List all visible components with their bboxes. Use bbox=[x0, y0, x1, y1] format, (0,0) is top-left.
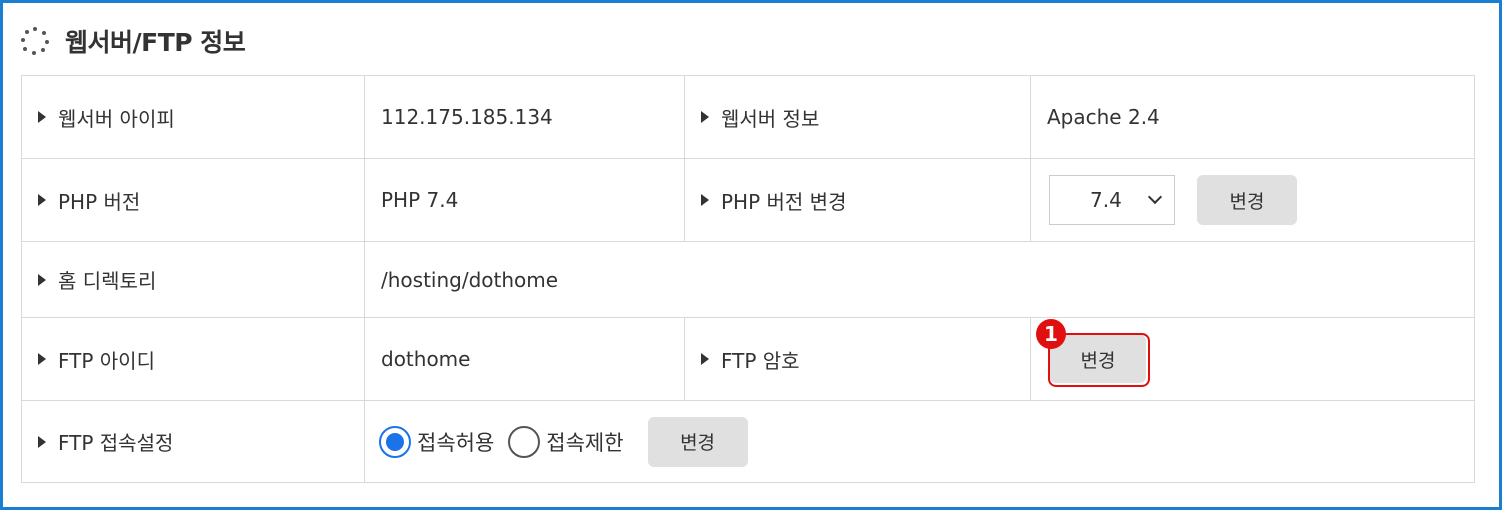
php-version-value: PHP 7.4 bbox=[364, 158, 685, 242]
ftp-pw-label: FTP 암호 bbox=[701, 345, 1030, 374]
home-dir-label: 홈 디렉토리 bbox=[38, 265, 364, 294]
triangle-right-icon bbox=[701, 111, 709, 123]
table-row: 홈 디렉토리 /hosting/dothome bbox=[21, 241, 1475, 318]
php-change-button[interactable]: 변경 bbox=[1197, 175, 1297, 225]
ftp-allow-label[interactable]: 접속허용 bbox=[417, 427, 494, 457]
ftp-id-value: dothome bbox=[364, 317, 685, 401]
table-row: FTP 접속설정 접속허용 접속제한 변경 bbox=[21, 400, 1475, 483]
web-info-label: 웹서버 정보 bbox=[701, 103, 1030, 132]
triangle-right-icon bbox=[38, 194, 46, 206]
ftp-allow-radio[interactable] bbox=[379, 425, 411, 458]
web-ip-value: 112.175.185.134 bbox=[364, 75, 685, 159]
table-row: PHP 버전 PHP 7.4 PHP 버전 변경 7.4 변경 bbox=[21, 158, 1475, 242]
ftp-id-label: FTP 아이디 bbox=[38, 345, 364, 374]
loading-icon bbox=[21, 27, 49, 55]
table-row: 웹서버 아이피 112.175.185.134 웹서버 정보 Apache 2.… bbox=[21, 75, 1475, 159]
triangle-right-icon bbox=[38, 353, 46, 365]
panel-header: 웹서버/FTP 정보 bbox=[21, 17, 246, 65]
info-table: 웹서버 아이피 112.175.185.134 웹서버 정보 Apache 2.… bbox=[21, 75, 1475, 483]
triangle-right-icon bbox=[38, 273, 46, 286]
php-version-label: PHP 버전 bbox=[38, 186, 364, 215]
ftp-deny-radio[interactable] bbox=[508, 425, 541, 458]
triangle-right-icon bbox=[701, 353, 709, 365]
step-marker: 1 bbox=[1036, 319, 1066, 349]
web-info-value: Apache 2.4 bbox=[1030, 75, 1475, 159]
page-title: 웹서버/FTP 정보 bbox=[65, 28, 246, 57]
triangle-right-icon bbox=[38, 111, 46, 123]
ftp-access-change-button[interactable]: 변경 bbox=[647, 416, 748, 467]
triangle-right-icon bbox=[701, 194, 709, 206]
home-dir-value: /hosting/dothome bbox=[364, 241, 1475, 318]
php-change-label: PHP 버전 변경 bbox=[701, 186, 1030, 215]
triangle-right-icon bbox=[38, 435, 46, 448]
chevron-down-icon bbox=[1147, 189, 1163, 205]
web-ip-label: 웹서버 아이피 bbox=[38, 103, 364, 132]
ftp-deny-label[interactable]: 접속제한 bbox=[546, 427, 623, 457]
web-ftp-info-panel: 웹서버/FTP 정보 웹서버 아이피 112.175.185.134 웹서버 정… bbox=[0, 0, 1502, 510]
ftp-access-label: FTP 접속설정 bbox=[38, 427, 364, 456]
table-row: FTP 아이디 dothome FTP 암호 변경 bbox=[21, 317, 1475, 401]
php-version-select[interactable]: 7.4 bbox=[1049, 175, 1175, 225]
